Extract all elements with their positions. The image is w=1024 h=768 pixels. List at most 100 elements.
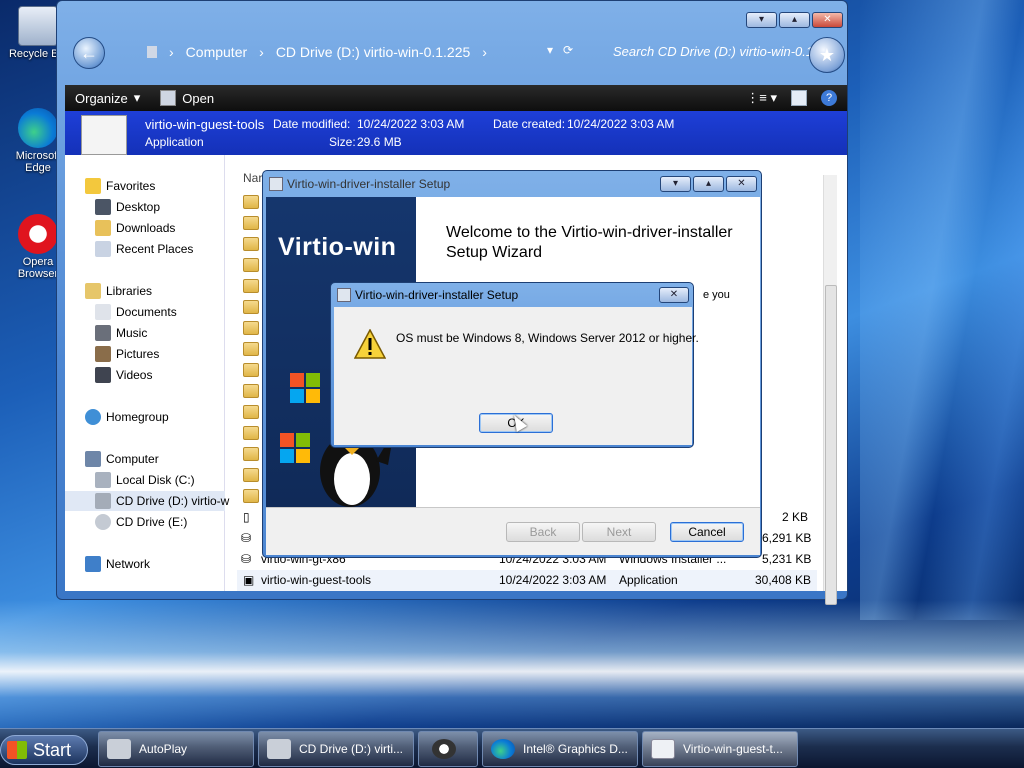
file-size: 5,231 KB [762,552,812,566]
details-created-value: 10/24/2022 3:03 AM [567,117,675,131]
installer-icon [269,177,283,191]
file-row-selected[interactable]: ▣ virtio-win-guest-tools 10/24/2022 3:03… [237,570,817,591]
navigation-pane: Favorites Desktop Downloads Recent Place… [65,155,229,591]
opera-icon [18,214,58,254]
close-button[interactable]: ✕ [726,176,757,192]
wizard-heading: Welcome to the Virtio-win-driver-install… [446,224,733,261]
open-app-icon [160,90,177,106]
maximize-button[interactable]: ▴ [779,12,810,28]
nav-downloads[interactable]: Downloads [95,218,175,238]
nav-label: Music [116,326,148,340]
installer-icon [337,288,351,302]
nav-network[interactable]: Network [85,554,150,574]
desktop-wallpaper-beam [860,0,1024,620]
file-type: Application [619,573,678,587]
taskbar-label: CD Drive (D:) virti... [299,742,403,756]
minimize-button[interactable]: ▾ [660,176,691,192]
nav-desktop[interactable]: Desktop [95,197,160,217]
preview-pane-icon[interactable] [791,90,807,106]
computer-icon [85,451,101,467]
nav-favorites[interactable]: Favorites [85,176,155,196]
network-icon [85,556,101,572]
libraries-icon [85,283,101,299]
taskbar-item-autoplay[interactable]: AutoPlay [98,731,254,767]
recycle-bin-icon [18,6,58,46]
close-button[interactable]: ✕ [812,12,843,28]
cd-drive-icon [95,514,111,530]
nav-videos[interactable]: Videos [95,365,152,385]
window-controls: ▾ ▴ ✕ [746,12,843,28]
minimize-button[interactable]: ▾ [746,12,777,28]
dialog-close-button[interactable]: ✕ [659,287,689,303]
folder-icon [243,216,259,230]
nav-label: Downloads [116,221,176,235]
nav-label: Network [106,557,151,571]
breadcrumb-computer[interactable]: Computer [186,44,247,60]
chevron-down-icon: ▾ [133,90,141,105]
nav-pictures[interactable]: Pictures [95,344,159,364]
nav-label: Desktop [116,200,161,214]
media-player-icon [432,739,456,759]
taskbar-item-cd-drive[interactable]: CD Drive (D:) virti... [258,731,414,767]
file-icon: ▯ [243,510,250,524]
open-label: Open [182,90,215,106]
nav-local-disk[interactable]: Local Disk (C:) [95,470,195,490]
scrollbar-thumb[interactable] [825,285,837,605]
taskbar-item-media[interactable] [418,731,478,767]
back-button[interactable]: Back [506,522,580,542]
folder-icon [243,489,259,503]
search-input[interactable]: Search CD Drive (D:) virtio-win-0.1.225 [613,39,835,65]
folder-icon [243,279,259,293]
organize-button[interactable]: Organize ▾ [65,90,150,106]
nav-recent-places[interactable]: Recent Places [95,239,193,259]
taskbar-label: AutoPlay [139,742,188,756]
taskbar-label: Virtio-win-guest-t... [683,742,783,756]
wizard-window-controls: ▾ ▴ ✕ [660,176,757,192]
folder-icon [243,384,259,398]
videos-icon [95,367,111,383]
search-icon[interactable]: ★ [809,37,845,73]
address-bar[interactable]: › Computer › CD Drive (D:) virtio-win-0.… [147,39,557,65]
nav-music[interactable]: Music [95,323,147,343]
next-button[interactable]: Next [582,522,656,542]
maximize-button[interactable]: ▴ [693,176,724,192]
wizard-footer: Back Next Cancel [266,507,760,555]
nav-computer[interactable]: Computer [85,449,159,469]
nav-label: Computer [106,452,159,466]
folder-icon [243,195,259,209]
column-header-name[interactable]: Nar [243,171,262,185]
nav-libraries[interactable]: Libraries [85,281,152,301]
open-button[interactable]: Open [150,90,224,106]
address-dropdown-icon[interactable]: ▾ [547,43,553,57]
installer-icon: ⛁ [241,552,252,566]
taskbar-item-virtio-guest-tools[interactable]: Virtio-win-guest-t... [642,731,798,767]
back-arrow-icon[interactable]: ← [73,37,105,69]
nav-cd-drive-e[interactable]: CD Drive (E:) [95,512,187,532]
view-options-icon[interactable]: ⋮≡ ▾ [746,90,777,106]
nav-cd-drive-d[interactable]: CD Drive (D:) virtio-w [65,491,229,511]
details-pane: virtio-win-guest-tools Application Date … [65,111,847,155]
breadcrumb-cd-drive[interactable]: CD Drive (D:) virtio-win-0.1.225 [276,44,470,60]
nav-homegroup[interactable]: Homegroup [85,407,169,427]
recent-places-icon [95,241,111,257]
warning-icon [354,329,386,359]
computer-small-icon [147,46,157,58]
details-modified-value: 10/24/2022 3:03 AM [357,117,465,131]
vertical-scrollbar[interactable] [823,175,837,605]
downloads-icon [95,220,111,236]
start-button[interactable]: Start [0,735,88,765]
dialog-message: OS must be Windows 8, Windows Server 201… [396,331,699,345]
file-name: virtio-win-guest-tools [261,573,372,587]
details-modified-label: Date modified: [273,117,351,131]
refresh-icon[interactable]: ⟳ [563,43,573,57]
windows-flag-icon [7,741,27,759]
installer-icon: ⛁ [241,531,252,545]
nav-documents[interactable]: Documents [95,302,177,322]
cancel-button[interactable]: Cancel [670,522,744,542]
taskbar-item-intel-graphics[interactable]: Intel® Graphics D... [482,731,638,767]
help-icon[interactable]: ? [821,90,837,106]
nav-label: Pictures [116,347,160,361]
folder-icon [243,468,259,482]
documents-icon [95,304,111,320]
taskbar: Start AutoPlay CD Drive (D:) virti... In… [0,728,1024,768]
